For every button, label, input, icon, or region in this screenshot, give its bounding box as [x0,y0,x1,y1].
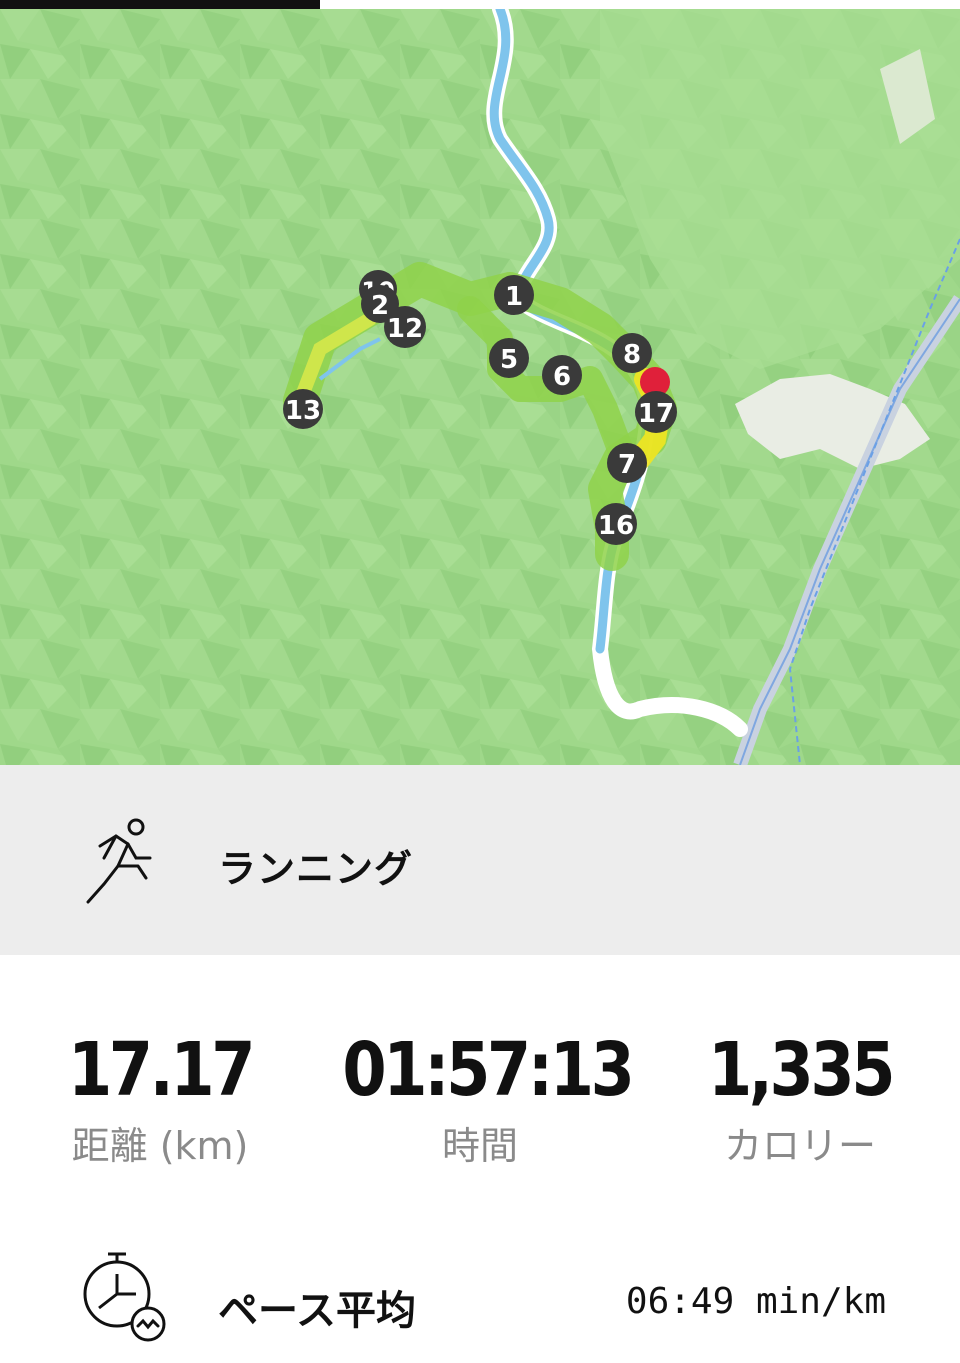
stat-distance: 17.17 距離 (km) [0,1030,320,1168]
top-progress-line [0,0,320,9]
svg-text:8: 8 [623,340,641,370]
svg-text:5: 5 [500,345,518,375]
map-marker-6[interactable]: 6 [542,355,582,395]
map-marker-1[interactable]: 1 [494,275,534,315]
map-marker-13[interactable]: 13 [283,389,323,429]
stat-calories-value: 1,335 [707,1027,896,1113]
activity-type-label: ランニング [218,847,414,891]
stopwatch-icon [76,1250,172,1350]
route-map[interactable]: 10 2 12 13 1 5 6 8 [0,9,960,765]
stat-calories-label: カロリー [723,1124,876,1168]
svg-text:7: 7 [618,450,636,480]
map-marker-5[interactable]: 5 [489,338,529,378]
svg-text:17: 17 [638,399,674,429]
pace-label: ペース平均 [218,1288,416,1334]
svg-text:12: 12 [387,314,423,344]
svg-text:6: 6 [553,362,571,392]
map-marker-17[interactable]: 17 [635,391,677,433]
map-marker-16[interactable]: 16 [595,503,637,545]
stat-time-label: 時間 [441,1124,518,1168]
stat-time: 01:57:13 時間 [320,1030,640,1168]
svg-text:16: 16 [598,511,634,541]
map-marker-12[interactable]: 12 [384,306,426,348]
runner-icon [80,818,156,908]
map-marker-8[interactable]: 8 [612,333,652,373]
stat-calories: 1,335 カロリー [640,1030,960,1168]
svg-text:13: 13 [285,396,321,426]
pace-value: 06:49 min/km [625,1281,886,1322]
map-canvas: 10 2 12 13 1 5 6 8 [0,9,960,765]
stat-time-value: 01:57:13 [342,1027,635,1113]
svg-text:1: 1 [505,282,523,312]
stat-distance-value: 17.17 [67,1027,256,1113]
stat-distance-label: 距離 (km) [71,1124,249,1168]
map-marker-7[interactable]: 7 [607,443,647,483]
